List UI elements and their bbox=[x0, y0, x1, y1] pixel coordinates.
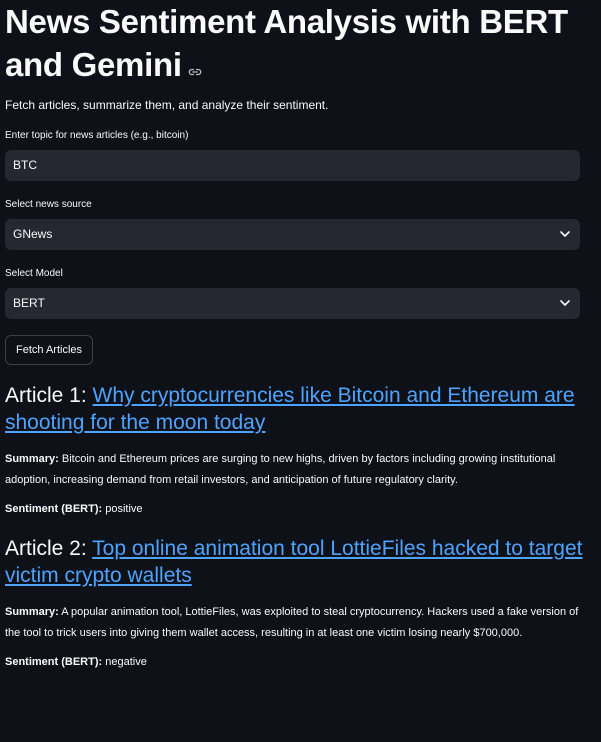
link-icon[interactable] bbox=[188, 44, 202, 87]
article-prefix: Article 1: bbox=[5, 383, 87, 407]
summary-label: Summary: bbox=[5, 452, 59, 465]
article-link[interactable]: Top online animation tool LottieFiles ha… bbox=[5, 537, 582, 587]
app-page: News Sentiment Analysis with BERT and Ge… bbox=[0, 0, 601, 742]
article-prefix: Article 2: bbox=[5, 536, 87, 560]
article-link[interactable]: Why cryptocurrencies like Bitcoin and Et… bbox=[5, 384, 575, 434]
source-select-value: GNews bbox=[13, 227, 53, 242]
article-sentiment: Sentiment (BERT): negative bbox=[5, 654, 596, 670]
page-title-text: News Sentiment Analysis with BERT and Ge… bbox=[5, 3, 568, 83]
source-label: Select news source bbox=[5, 198, 92, 210]
sentiment-label: Sentiment (BERT): bbox=[5, 502, 103, 515]
source-select[interactable]: GNews bbox=[5, 218, 580, 250]
model-select[interactable]: BERT bbox=[5, 287, 580, 319]
model-label: Select Model bbox=[5, 267, 63, 279]
topic-input-value: BTC bbox=[13, 158, 37, 173]
page-subtitle: Fetch articles, summarize them, and anal… bbox=[5, 97, 329, 112]
article-title: Article 1: Why cryptocurrencies like Bit… bbox=[5, 382, 596, 436]
chevron-down-icon bbox=[560, 300, 570, 307]
sentiment-value: negative bbox=[105, 655, 147, 668]
sentiment-label: Sentiment (BERT): bbox=[5, 655, 103, 668]
fetch-articles-button[interactable]: Fetch Articles bbox=[5, 334, 94, 365]
article-title: Article 2: Top online animation tool Lot… bbox=[5, 535, 596, 589]
article-summary: Summary: Bitcoin and Ethereum prices are… bbox=[5, 449, 580, 491]
topic-label: Enter topic for news articles (e.g., bit… bbox=[5, 129, 189, 141]
chevron-down-icon bbox=[560, 231, 570, 238]
summary-text: Bitcoin and Ethereum prices are surging … bbox=[5, 452, 556, 486]
sentiment-value: positive bbox=[105, 502, 143, 515]
summary-text: A popular animation tool, LottieFiles, w… bbox=[5, 605, 579, 639]
article-2: Article 2: Top online animation tool Lot… bbox=[5, 535, 596, 670]
summary-label: Summary: bbox=[5, 605, 59, 618]
page-title: News Sentiment Analysis with BERT and Ge… bbox=[5, 0, 596, 87]
article-1: Article 1: Why cryptocurrencies like Bit… bbox=[5, 382, 596, 517]
topic-input[interactable]: BTC bbox=[5, 149, 580, 181]
article-summary: Summary: A popular animation tool, Lotti… bbox=[5, 602, 580, 644]
model-select-value: BERT bbox=[13, 296, 45, 311]
article-sentiment: Sentiment (BERT): positive bbox=[5, 501, 596, 517]
